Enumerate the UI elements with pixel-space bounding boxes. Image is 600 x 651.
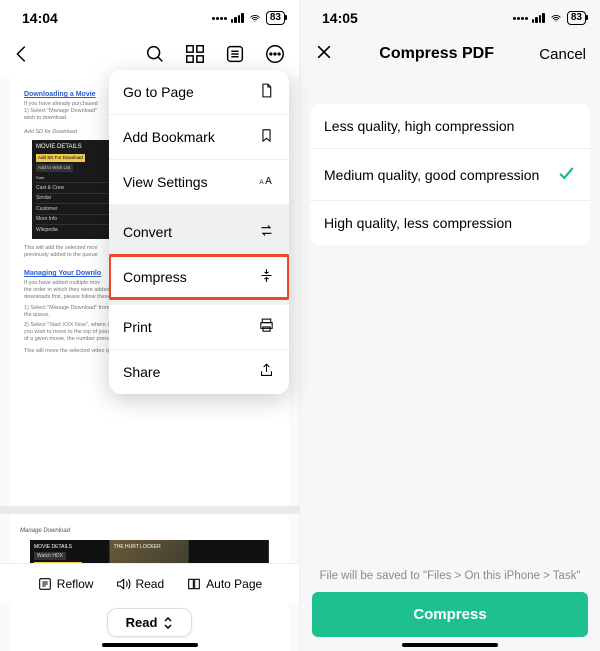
cancel-button[interactable]: Cancel [539, 46, 586, 63]
modal-footer: File will be saved to "Files > On this i… [300, 570, 600, 637]
wifi-icon [549, 13, 563, 24]
modal-header: Compress PDF Cancel [300, 32, 600, 76]
cellular-dots-icon [212, 17, 227, 20]
status-right: 83 [513, 11, 586, 25]
chevron-updown-icon [163, 617, 173, 629]
list-icon[interactable] [223, 42, 247, 66]
compress-button[interactable]: Compress [312, 592, 588, 637]
signal-icon [532, 13, 545, 23]
auto-page-button[interactable]: Auto Page [186, 576, 262, 592]
bookmark-icon [258, 127, 275, 147]
status-bar: 14:04 83 [0, 0, 299, 32]
share-icon [258, 362, 275, 382]
modal-title: Compress PDF [379, 45, 494, 63]
status-time: 14:04 [22, 10, 58, 26]
read-aloud-button[interactable]: Read [115, 576, 164, 592]
menu-go-to-page[interactable]: Go to Page [109, 70, 289, 114]
compression-options: Less quality, high compression Medium qu… [310, 104, 590, 245]
more-icon[interactable] [263, 42, 287, 66]
right-pane: 14:05 83 Compress PDF Cancel Less qualit… [300, 0, 600, 651]
page-icon [258, 82, 275, 102]
bottom-toolbar: Reflow Read Auto Page [0, 563, 299, 603]
menu-compress[interactable]: Compress [109, 255, 289, 299]
compress-icon [258, 267, 275, 287]
read-mode-button[interactable]: Read [107, 608, 193, 637]
context-menu: Go to Page Add Bookmark View Settings AA… [109, 70, 289, 394]
page-break [0, 506, 299, 514]
battery-icon: 83 [567, 11, 586, 25]
cellular-dots-icon [513, 17, 528, 20]
home-indicator [102, 643, 198, 647]
back-button[interactable] [10, 42, 34, 66]
menu-add-bookmark[interactable]: Add Bookmark [109, 115, 289, 159]
option-medium-quality[interactable]: Medium quality, good compression [310, 148, 590, 200]
status-right: 83 [212, 11, 285, 25]
menu-convert[interactable]: Convert [109, 210, 289, 254]
option-low-quality[interactable]: Less quality, high compression [310, 104, 590, 148]
menu-share[interactable]: Share [109, 350, 289, 394]
signal-icon [231, 13, 244, 23]
close-button[interactable] [314, 42, 334, 66]
left-pane: 14:04 83 Downloading [0, 0, 300, 651]
home-indicator [402, 643, 498, 647]
wifi-icon [248, 13, 262, 24]
text-size-icon: AA [258, 172, 275, 192]
svg-text:A: A [259, 179, 264, 186]
print-icon [258, 317, 275, 337]
menu-print[interactable]: Print [109, 305, 289, 349]
menu-view-settings[interactable]: View Settings AA [109, 160, 289, 204]
option-high-quality[interactable]: High quality, less compression [310, 200, 590, 245]
reflow-button[interactable]: Reflow [37, 576, 94, 592]
grid-icon[interactable] [183, 42, 207, 66]
read-mode-bar: Read [0, 608, 299, 637]
status-bar: 14:05 83 [300, 0, 600, 32]
check-icon [556, 163, 576, 186]
convert-icon [258, 222, 275, 242]
battery-icon: 83 [266, 11, 285, 25]
status-time: 14:05 [322, 10, 358, 26]
save-hint: File will be saved to "Files > On this i… [312, 570, 588, 582]
search-icon[interactable] [143, 42, 167, 66]
svg-text:A: A [265, 176, 272, 187]
